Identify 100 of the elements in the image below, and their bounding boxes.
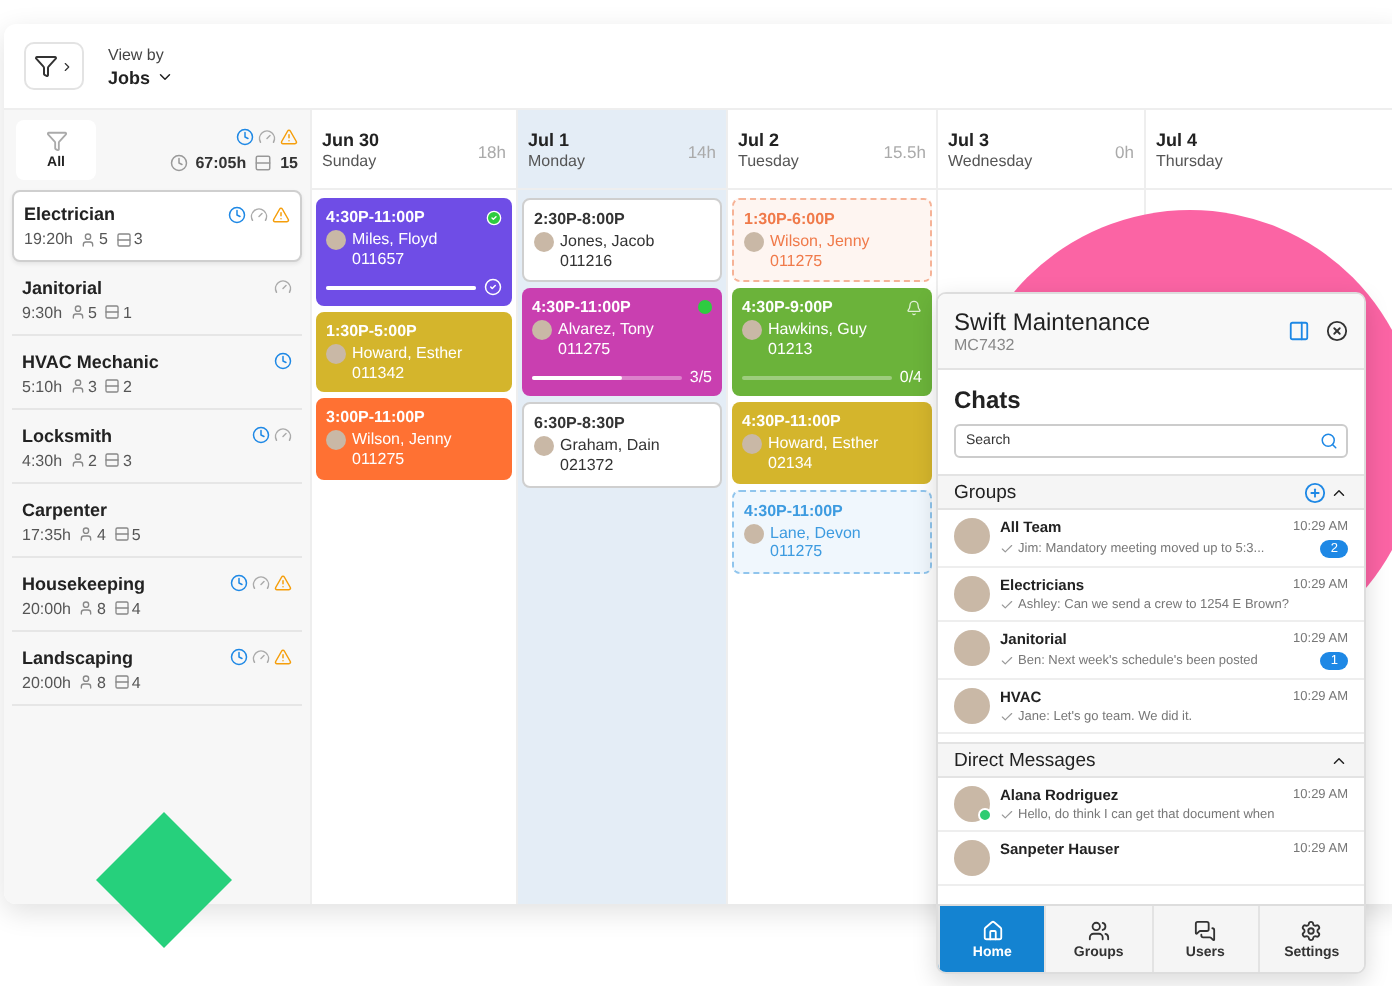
shift-card[interactable]: 4:30P-11:00P Miles, Floyd 011657 [316, 198, 512, 307]
item-count: 3 [133, 230, 143, 248]
avatar [326, 430, 346, 451]
shift-time: 4:30P-9:00P [742, 298, 833, 317]
job-hours: 4:30h [22, 451, 63, 469]
people-icon [1087, 919, 1110, 941]
employee-name: Howard, Esther 02134 [768, 434, 879, 474]
day-weekday: Thursday [1156, 152, 1223, 170]
avatar [954, 630, 990, 666]
job-row[interactable]: Locksmith 4:30h 2 3 [12, 412, 302, 484]
filter-button[interactable] [24, 42, 84, 90]
view-by-label: View by [108, 45, 166, 63]
shift-time: 2:30P-8:00P [534, 210, 625, 228]
job-name: Landscaping [22, 647, 134, 667]
job-hours: 20:00h [22, 599, 71, 617]
person-icon [78, 526, 95, 542]
day-date: Jul 3 [948, 130, 992, 150]
stack-icon [113, 526, 130, 542]
person-icon [70, 378, 87, 394]
job-row[interactable]: Janitorial 9:30h 5 1 [12, 264, 302, 336]
employee-name: Howard, Esther 011342 [352, 344, 463, 383]
staff-count: 5 [98, 230, 108, 248]
section-title: Direct Messages [954, 749, 1096, 771]
item-count: 4 [131, 599, 141, 617]
chevron-down-icon [156, 68, 175, 86]
section-header[interactable]: Groups [938, 474, 1364, 510]
progress-count: 0/4 [899, 368, 922, 387]
job-name: Electrician [24, 204, 116, 224]
day-hours: 0h [1115, 142, 1134, 166]
employee-name: Miles, Floyd 011657 [352, 230, 438, 269]
staff-count: 8 [96, 599, 106, 617]
employee-name: Jones, Jacob 011216 [560, 232, 655, 271]
search-icon [1320, 432, 1338, 450]
avatar [534, 232, 554, 252]
clock-icon [169, 154, 188, 172]
day-hours: 18h [477, 142, 506, 166]
employee-name: Wilson, Jenny 011275 [352, 430, 452, 470]
job-name: Carpenter [22, 499, 108, 519]
stack-icon [113, 674, 130, 690]
avatar [532, 320, 552, 341]
person-icon [70, 452, 87, 468]
day-hours: 14h [687, 142, 716, 166]
item-count: 5 [131, 525, 141, 543]
person-icon [78, 674, 95, 690]
progress-count: 3/5 [689, 368, 712, 387]
staff-count: 4 [96, 525, 106, 543]
avatar [326, 344, 346, 365]
stack-icon [113, 600, 130, 616]
sidebar-toggle-button[interactable] [1288, 320, 1310, 342]
item-count: 2 [122, 377, 132, 395]
check-icon [1000, 654, 1014, 668]
avatar [742, 434, 762, 455]
total-count: 15 [280, 154, 298, 172]
check-icon [1000, 542, 1014, 556]
stack-icon [104, 452, 121, 468]
shift-card[interactable]: 4:30P-11:00P Alvarez, Tony 011275 3/5 [522, 288, 722, 397]
job-row[interactable]: HVAC Mechanic 5:10h 3 2 [12, 338, 302, 410]
job-hours: 20:00h [22, 673, 71, 691]
avatar [326, 230, 346, 250]
panel-code: MC7432 [954, 336, 1017, 354]
shift-card[interactable]: 2:30P-8:00P Jones, Jacob 011216 [522, 198, 722, 283]
avatar [954, 840, 990, 876]
person-icon [70, 304, 87, 320]
staff-count: 2 [88, 451, 97, 469]
job-name: HVAC Mechanic [22, 351, 159, 371]
employee-name: Wilson, Jenny 011275 [770, 232, 870, 271]
shift-card[interactable]: 6:30P-8:30P Graham, Dain 021372 [522, 402, 722, 488]
job-row[interactable]: Carpenter 17:35h 4 5 [12, 486, 302, 558]
check-circle-icon [484, 278, 502, 297]
settings-icon [1300, 919, 1323, 941]
employee-name: Hawkins, Guy 01213 [768, 320, 867, 359]
shift-time: 1:30P-6:00P [744, 210, 835, 228]
home-icon [981, 919, 1004, 941]
job-row[interactable]: Landscaping 20:00h 8 4 [12, 634, 302, 706]
close-button[interactable] [1326, 320, 1348, 342]
employee-name: Lane, Devon 011275 [770, 523, 861, 562]
job-row[interactable]: Housekeeping 20:00h 8 4 [12, 560, 302, 632]
staff-count: 5 [88, 303, 97, 321]
shift-time: 4:30P-11:00P [744, 501, 843, 520]
chevron-right-icon [60, 59, 74, 73]
check-icon [1000, 710, 1014, 724]
shift-time: 6:30P-8:30P [534, 414, 625, 433]
shift-time: 1:30P-5:00P [326, 322, 417, 341]
job-row[interactable]: Electrician 19:20h 5 3 [12, 190, 302, 262]
view-by-dropdown[interactable]: Jobs [108, 67, 175, 87]
section-header[interactable]: Direct Messages [938, 742, 1364, 778]
day-date: Jul 2 [738, 130, 782, 150]
staff-count: 8 [96, 673, 106, 691]
person-icon [78, 600, 95, 616]
job-hours: 17:35h [22, 525, 71, 543]
day-hours: 15.5h [883, 142, 926, 166]
stack-icon [104, 304, 121, 320]
day-weekday: Monday [528, 152, 585, 170]
avatar [534, 436, 554, 457]
avatar [744, 232, 764, 252]
staff-count: 3 [88, 377, 97, 395]
total-hours: 67:05h [195, 154, 247, 172]
stack-icon [254, 154, 273, 172]
employee-name: Graham, Dain 021372 [560, 436, 660, 476]
avatar [954, 688, 990, 724]
